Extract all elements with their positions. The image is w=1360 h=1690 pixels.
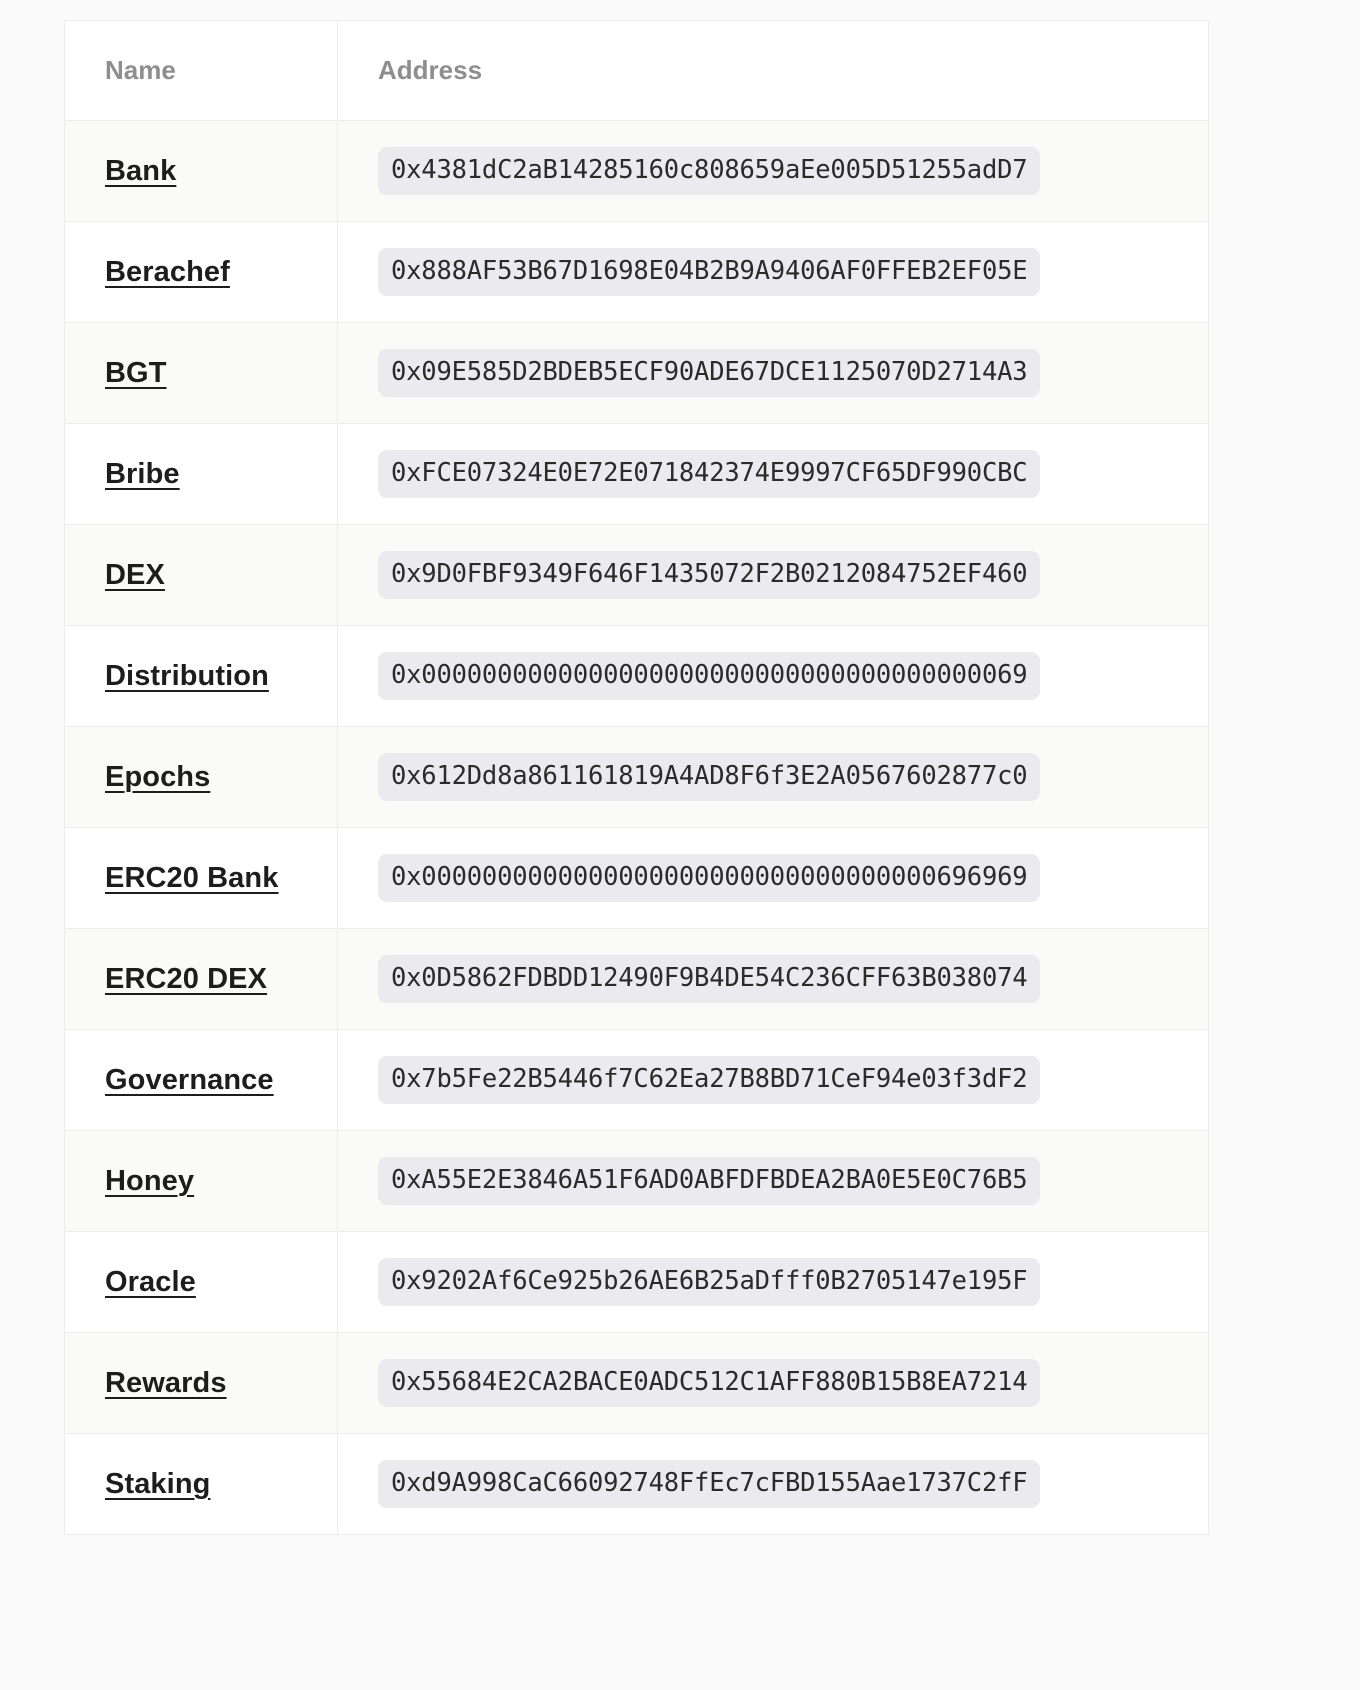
cell-name: Bribe (64, 423, 338, 525)
cell-name: Staking (64, 1433, 338, 1535)
cell-name: Rewards (64, 1332, 338, 1434)
cell-address: 0x7b5Fe22B5446f7C62Ea27B8BD71CeF94e03f3d… (337, 1029, 1209, 1131)
cell-address: 0x0D5862FDBDD12490F9B4DE54C236CFF63B0380… (337, 928, 1209, 1030)
cell-name: Bank (64, 120, 338, 222)
cell-address: 0x9202Af6Ce925b26AE6B25aDfff0B2705147e19… (337, 1231, 1209, 1333)
cell-name: Honey (64, 1130, 338, 1232)
contract-name-link[interactable]: Rewards (105, 1367, 227, 1399)
cell-name: BGT (64, 322, 338, 424)
table-row: Honey 0xA55E2E3846A51F6AD0ABFDFBDEA2BA0E5… (64, 1130, 1209, 1232)
contract-address-code[interactable]: 0xFCE07324E0E72E071842374E9997CF65DF990C… (378, 449, 1041, 499)
table-row: Berachef 0x888AF53B67D1698E04B2B9A9406AF0… (64, 221, 1209, 323)
table-row: Rewards 0x55684E2CA2BACE0ADC512C1AFF880B1… (64, 1332, 1209, 1434)
contract-address-code[interactable]: 0xA55E2E3846A51F6AD0ABFDFBDEA2BA0E5E0C76… (378, 1156, 1041, 1206)
table-row: Distribution 0x00000000000000000000000000… (64, 625, 1209, 727)
cell-address: 0x4381dC2aB14285160c808659aEe005D51255ad… (337, 120, 1209, 222)
table-row: Bank 0x4381dC2aB14285160c808659aEe005D512… (64, 120, 1209, 222)
contract-address-code[interactable]: 0x888AF53B67D1698E04B2B9A9406AF0FFEB2EF0… (378, 247, 1041, 297)
page-container: Name Address Bank 0x4381dC2aB14285160c808… (0, 0, 1360, 1690)
cell-address: 0x09E585D2BDEB5ECF90ADE67DCE1125070D2714… (337, 322, 1209, 424)
cell-name: DEX (64, 524, 338, 626)
table-row: Governance 0x7b5Fe22B5446f7C62Ea27B8BD71C… (64, 1029, 1209, 1131)
table-row: ERC20 Bank 0x0000000000000000000000000000… (64, 827, 1209, 929)
table-header: Name Address (64, 20, 1209, 121)
contract-address-code[interactable]: 0x0D5862FDBDD12490F9B4DE54C236CFF63B0380… (378, 954, 1041, 1004)
table-row: DEX 0x9D0FBF9349F646F1435072F2B0212084752… (64, 524, 1209, 626)
table-row: BGT 0x09E585D2BDEB5ECF90ADE67DCE1125070D2… (64, 322, 1209, 424)
cell-address: 0xd9A998CaC66092748FfEc7cFBD155Aae1737C2… (337, 1433, 1209, 1535)
contract-name-link[interactable]: Oracle (105, 1266, 196, 1298)
contract-address-code[interactable]: 0x9202Af6Ce925b26AE6B25aDfff0B2705147e19… (378, 1257, 1041, 1307)
cell-address: 0x00000000000000000000000000000000006969… (337, 827, 1209, 929)
table-header-row: Name Address (64, 20, 1209, 121)
cell-address: 0x612Dd8a861161819A4AD8F6f3E2A0567602877… (337, 726, 1209, 828)
contract-name-link[interactable]: Honey (105, 1165, 194, 1197)
contract-name-link[interactable]: Epochs (105, 761, 210, 793)
contract-address-code[interactable]: 0xd9A998CaC66092748FfEc7cFBD155Aae1737C2… (378, 1459, 1041, 1509)
contract-name-link[interactable]: Governance (105, 1064, 274, 1096)
contract-address-code[interactable]: 0x4381dC2aB14285160c808659aEe005D51255ad… (378, 146, 1041, 196)
contract-name-link[interactable]: Distribution (105, 660, 269, 692)
column-header-address: Address (337, 20, 1209, 121)
column-header-name: Name (64, 20, 338, 121)
contract-name-link[interactable]: Staking (105, 1468, 210, 1500)
table-body: Bank 0x4381dC2aB14285160c808659aEe005D512… (64, 120, 1209, 1535)
table-row: Oracle 0x9202Af6Ce925b26AE6B25aDfff0B2705… (64, 1231, 1209, 1333)
contract-name-link[interactable]: Bribe (105, 458, 180, 490)
cell-address: 0x55684E2CA2BACE0ADC512C1AFF880B15B8EA72… (337, 1332, 1209, 1434)
contract-name-link[interactable]: ERC20 DEX (105, 963, 267, 995)
cell-address: 0x9D0FBF9349F646F1435072F2B0212084752EF4… (337, 524, 1209, 626)
cell-name: Distribution (64, 625, 338, 727)
cell-name: Oracle (64, 1231, 338, 1333)
contract-address-code[interactable]: 0x612Dd8a861161819A4AD8F6f3E2A0567602877… (378, 752, 1041, 802)
cell-name: ERC20 Bank (64, 827, 338, 929)
contract-address-code[interactable]: 0x00000000000000000000000000000000000000… (378, 651, 1041, 701)
table-row: ERC20 DEX 0x0D5862FDBDD12490F9B4DE54C236C… (64, 928, 1209, 1030)
table-row: Bribe 0xFCE07324E0E72E071842374E9997CF65D… (64, 423, 1209, 525)
contract-address-code[interactable]: 0x09E585D2BDEB5ECF90ADE67DCE1125070D2714… (378, 348, 1041, 398)
contract-address-code[interactable]: 0x7b5Fe22B5446f7C62Ea27B8BD71CeF94e03f3d… (378, 1055, 1041, 1105)
contract-address-code[interactable]: 0x55684E2CA2BACE0ADC512C1AFF880B15B8EA72… (378, 1358, 1041, 1408)
cell-address: 0x888AF53B67D1698E04B2B9A9406AF0FFEB2EF0… (337, 221, 1209, 323)
contract-name-link[interactable]: Berachef (105, 256, 230, 288)
table-row: Staking 0xd9A998CaC66092748FfEc7cFBD155Aa… (64, 1433, 1209, 1535)
contract-address-code[interactable]: 0x00000000000000000000000000000000006969… (378, 853, 1041, 903)
cell-address: 0x00000000000000000000000000000000000000… (337, 625, 1209, 727)
cell-name: Berachef (64, 221, 338, 323)
cell-name: Governance (64, 1029, 338, 1131)
contract-name-link[interactable]: ERC20 Bank (105, 862, 278, 894)
cell-address: 0xFCE07324E0E72E071842374E9997CF65DF990C… (337, 423, 1209, 525)
table-row: Epochs 0x612Dd8a861161819A4AD8F6f3E2A0567… (64, 726, 1209, 828)
contract-name-link[interactable]: BGT (105, 357, 167, 389)
contract-address-table: Name Address Bank 0x4381dC2aB14285160c808… (64, 20, 1209, 1535)
contract-name-link[interactable]: DEX (105, 559, 165, 591)
contract-name-link[interactable]: Bank (105, 155, 176, 187)
cell-name: Epochs (64, 726, 338, 828)
contract-address-code[interactable]: 0x9D0FBF9349F646F1435072F2B0212084752EF4… (378, 550, 1041, 600)
cell-name: ERC20 DEX (64, 928, 338, 1030)
cell-address: 0xA55E2E3846A51F6AD0ABFDFBDEA2BA0E5E0C76… (337, 1130, 1209, 1232)
